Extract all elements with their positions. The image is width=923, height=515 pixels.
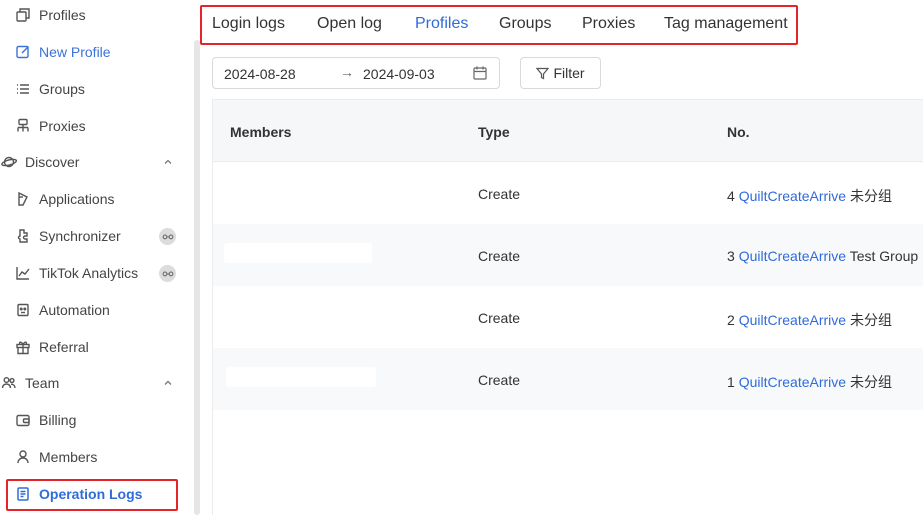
date-end-input[interactable]: 2024-09-03	[363, 66, 435, 82]
cell-group: 未分组	[849, 188, 892, 204]
table-row: Create 3 QuiltCreateArrive Test Group	[213, 224, 923, 286]
glasses-icon	[159, 228, 176, 245]
date-start-input[interactable]: 2024-08-28	[224, 66, 296, 82]
robot-icon	[15, 302, 31, 318]
sidebar-item-proxies[interactable]: Proxies	[0, 109, 190, 143]
filter-icon	[536, 67, 550, 79]
tab-open-log[interactable]: Open log	[317, 15, 382, 33]
chevron-up-icon[interactable]	[162, 377, 174, 389]
cell-type: Create	[478, 310, 521, 326]
sync-icon	[15, 228, 31, 244]
sidebar-group-discover[interactable]: Discover	[0, 145, 190, 179]
sidebar-item-referral[interactable]: Referral	[0, 330, 190, 364]
sidebar-item-label: Groups	[39, 81, 85, 97]
tab-groups[interactable]: Groups	[499, 15, 551, 33]
sidebar-item-label: Operation Logs	[39, 486, 143, 502]
sidebar-item-label: Members	[39, 449, 98, 465]
sidebar-item-label: Synchronizer	[39, 228, 121, 244]
sidebar: Profiles New Profile Groups Proxies Disc…	[0, 0, 194, 515]
sidebar-item-label: Automation	[39, 302, 110, 318]
tab-proxies[interactable]: Proxies	[582, 15, 635, 33]
cell-no: 2 QuiltCreateArrive 未分组	[727, 312, 892, 328]
chevron-up-icon[interactable]	[162, 156, 174, 168]
profile-link[interactable]: QuiltCreateArrive	[739, 188, 846, 204]
cell-no: 3 QuiltCreateArrive Test Group	[727, 248, 919, 264]
sidebar-group-label: Team	[25, 375, 60, 391]
cell-group: 未分组	[849, 374, 892, 390]
table-row: Create 2 QuiltCreateArrive 未分组	[213, 286, 923, 348]
sidebar-item-label: New Profile	[39, 44, 111, 60]
tab-tag-management[interactable]: Tag management	[664, 15, 788, 33]
sidebar-item-label: Billing	[39, 412, 77, 428]
filter-button-label: Filter	[553, 65, 585, 81]
redacted-member	[224, 243, 372, 263]
sidebar-item-label: Profiles	[39, 7, 86, 23]
column-header-type: Type	[478, 124, 510, 140]
sidebar-item-tiktok-analytics[interactable]: TikTok Analytics	[0, 256, 190, 290]
filter-button[interactable]: Filter	[520, 57, 601, 89]
calendar-icon[interactable]	[473, 66, 487, 80]
logs-table: Members Type No. Create 4 QuiltCreateArr…	[212, 99, 923, 515]
chart-icon	[15, 265, 31, 281]
cell-group: Test Group	[849, 248, 919, 264]
user-icon	[15, 449, 31, 465]
cell-type: Create	[478, 372, 521, 388]
sidebar-item-members[interactable]: Members	[0, 440, 190, 474]
profile-link[interactable]: QuiltCreateArrive	[739, 374, 846, 390]
sidebar-item-label: Referral	[39, 339, 89, 355]
sidebar-item-groups[interactable]: Groups	[0, 72, 190, 106]
gift-icon	[15, 339, 31, 355]
sidebar-item-automation[interactable]: Automation	[0, 293, 190, 327]
sidebar-item-profiles[interactable]: Profiles	[0, 0, 190, 32]
document-icon	[15, 486, 31, 502]
arrow-right-icon: →	[340, 64, 354, 80]
table-row: Create 1 QuiltCreateArrive 未分组	[213, 348, 923, 410]
list-icon	[15, 81, 31, 97]
sidebar-item-new-profile[interactable]: New Profile	[0, 35, 190, 69]
edit-icon	[15, 44, 31, 60]
team-icon	[1, 375, 17, 391]
cell-group: 未分组	[849, 312, 892, 328]
sidebar-item-label: TikTok Analytics	[39, 265, 139, 281]
table-header: Members Type No.	[213, 100, 923, 162]
profile-link[interactable]: QuiltCreateArrive	[739, 248, 846, 264]
sidebar-item-synchronizer[interactable]: Synchronizer	[0, 219, 190, 253]
cell-no: 1 QuiltCreateArrive 未分组	[727, 374, 892, 390]
sidebar-item-operation-logs[interactable]: Operation Logs	[0, 477, 190, 511]
column-header-members: Members	[230, 124, 292, 140]
sidebar-item-label: Applications	[39, 191, 115, 207]
planet-icon	[1, 154, 17, 170]
cell-type: Create	[478, 248, 521, 264]
puzzle-icon	[15, 191, 31, 207]
cell-type: Create	[478, 186, 521, 202]
tab-login-logs[interactable]: Login logs	[212, 15, 285, 33]
sidebar-item-billing[interactable]: Billing	[0, 403, 190, 437]
table-row: Create 4 QuiltCreateArrive 未分组	[213, 162, 923, 224]
profiles-icon	[15, 7, 31, 23]
cell-no: 4 QuiltCreateArrive 未分组	[727, 188, 892, 204]
profile-link[interactable]: QuiltCreateArrive	[739, 312, 846, 328]
tab-bar: Login logs Open log Profiles Groups Prox…	[200, 5, 798, 45]
sidebar-group-team[interactable]: Team	[0, 366, 190, 400]
column-header-no: No.	[727, 124, 750, 140]
tab-profiles[interactable]: Profiles	[415, 15, 468, 33]
sidebar-group-label: Discover	[25, 154, 80, 170]
sidebar-scrollbar[interactable]	[194, 40, 200, 515]
wallet-icon	[15, 412, 31, 428]
proxy-icon	[15, 118, 31, 134]
sidebar-item-applications[interactable]: Applications	[0, 182, 190, 216]
glasses-icon	[159, 265, 176, 282]
sidebar-item-label: Proxies	[39, 118, 86, 134]
redacted-member	[226, 367, 376, 387]
date-range-picker[interactable]: 2024-08-28 → 2024-09-03	[212, 57, 500, 89]
